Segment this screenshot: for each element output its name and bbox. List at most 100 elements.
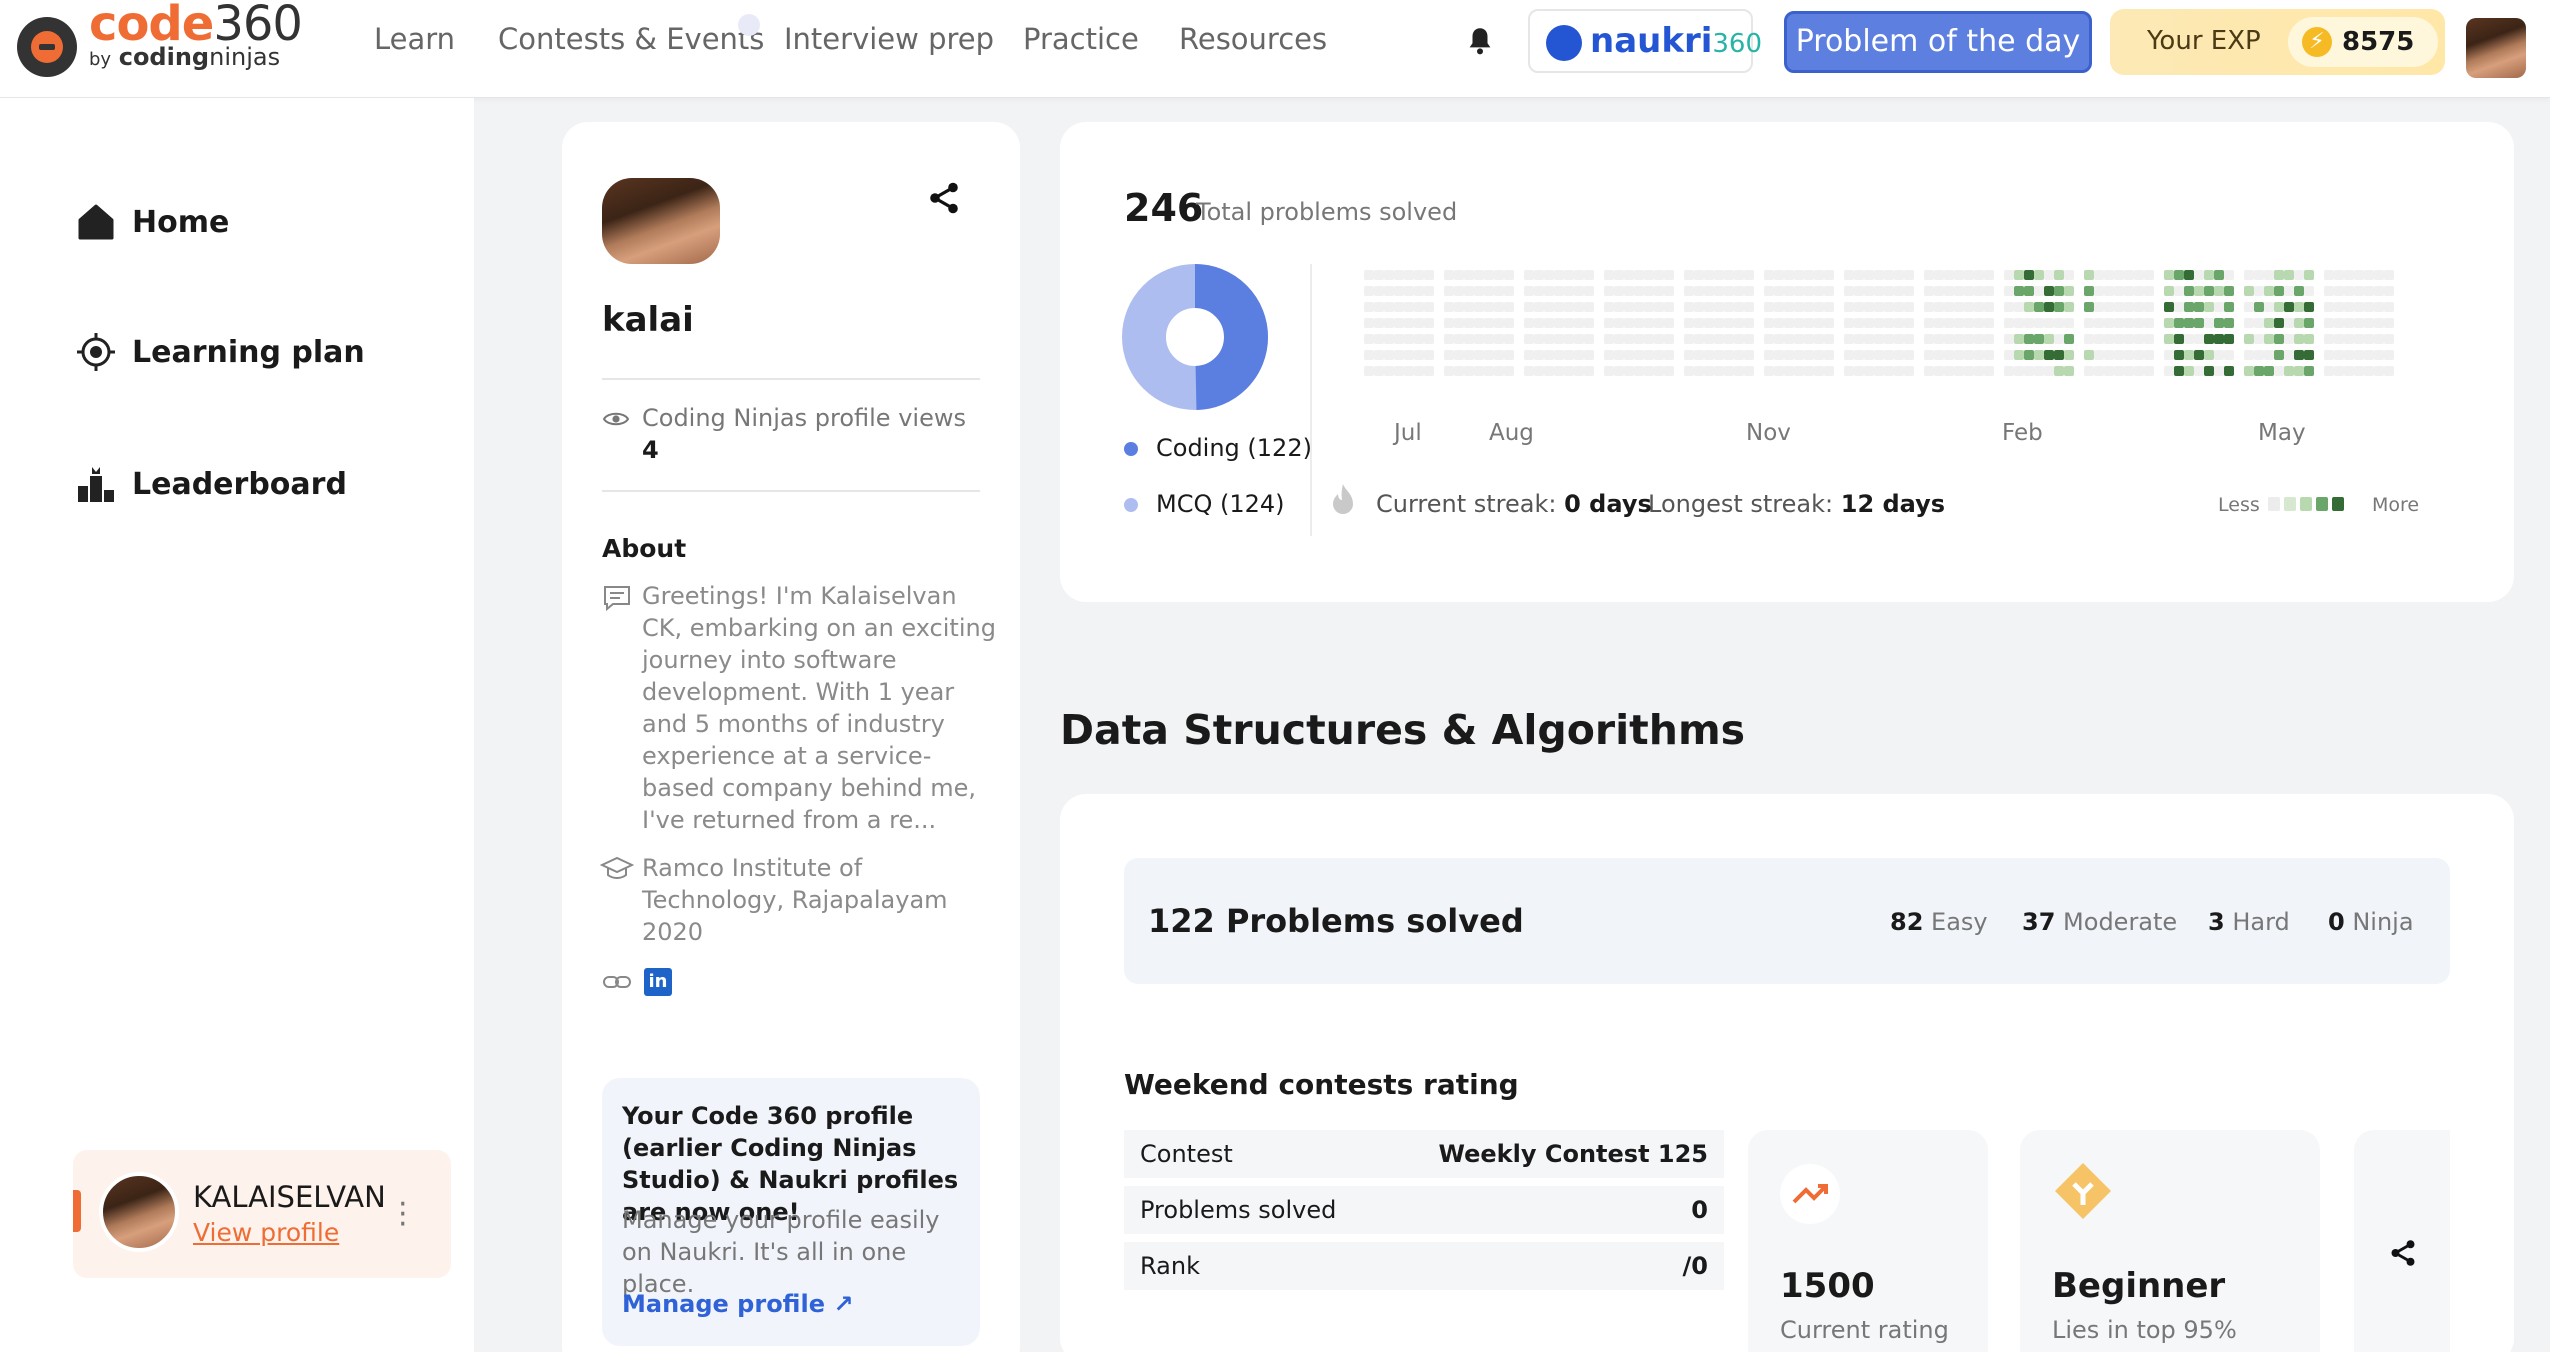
heatmap-cell <box>1534 366 1544 376</box>
heatmap-cell <box>2374 334 2384 344</box>
heatmap-cell <box>1574 334 1584 344</box>
heatmap-cell <box>1384 334 1394 344</box>
code360-logo-icon[interactable] <box>17 17 77 77</box>
heatmap-cell <box>1794 350 1804 360</box>
heatmap-cell <box>1454 350 1464 360</box>
legend-swatch <box>2268 497 2280 511</box>
heatmap-cell <box>2194 334 2204 344</box>
heatmap-cell <box>1764 270 1774 280</box>
heatmap-cell <box>1404 334 1414 344</box>
heatmap-cell <box>1734 286 1744 296</box>
heatmap-cell <box>2344 318 2354 328</box>
heatmap-cell <box>1524 302 1534 312</box>
share-icon[interactable] <box>2388 1238 2418 1268</box>
heatmap-cell <box>1704 302 1714 312</box>
heatmap-cell <box>1764 334 1774 344</box>
level-percentile: Lies in top 95% <box>2052 1316 2237 1344</box>
heatmap-cell <box>1424 366 1434 376</box>
heatmap-cell <box>1364 334 1374 344</box>
heatmap-cell <box>1984 334 1994 344</box>
heatmap-cell <box>1664 302 1674 312</box>
heatmap-cell <box>1414 334 1424 344</box>
heatmap-cell <box>1804 366 1814 376</box>
heatmap-cell <box>2174 270 2184 280</box>
problem-of-the-day-button[interactable]: Problem of the day <box>1784 11 2092 73</box>
heatmap-cell <box>1554 334 1564 344</box>
heatmap-cell <box>1464 318 1474 328</box>
link-icon[interactable] <box>602 970 632 994</box>
heatmap-cell <box>2024 334 2034 344</box>
heatmap-cell <box>1484 286 1494 296</box>
heatmap-cell <box>1984 350 1994 360</box>
exp-badge[interactable]: Your EXP ⚡ 8575 <box>2110 9 2445 75</box>
heatmap-cell <box>2194 270 2204 280</box>
user-avatar[interactable] <box>2466 18 2526 78</box>
heatmap-cell <box>1384 286 1394 296</box>
nav-learn[interactable]: Learn <box>374 22 455 56</box>
heatmap-cell <box>1464 366 1474 376</box>
sidebar-user-card[interactable]: KALAISELVAN View profile · · · <box>73 1150 451 1278</box>
heatmap-cell <box>2234 286 2244 296</box>
heatmap-cell <box>2364 350 2374 360</box>
nav-contests-events[interactable]: Contests & Events <box>498 22 764 56</box>
kebab-menu-icon[interactable]: · · · <box>398 1190 408 1240</box>
heatmap-cell <box>1364 302 1374 312</box>
nav-resources[interactable]: Resources <box>1179 22 1327 56</box>
heatmap-cell <box>2194 350 2204 360</box>
heatmap-cell <box>2124 334 2134 344</box>
heatmap-cell <box>1774 334 1784 344</box>
heatmap-cell <box>1674 286 1684 296</box>
heatmap-cell <box>1374 334 1384 344</box>
heatmap-cell <box>2254 302 2264 312</box>
heatmap-cell <box>1784 286 1794 296</box>
heatmap-cell <box>1804 270 1814 280</box>
heatmap-cell <box>1544 270 1554 280</box>
heatmap-cell <box>1704 366 1714 376</box>
heatmap-cell <box>1804 350 1814 360</box>
sidebar-item-learning-plan[interactable]: Learning plan <box>76 332 365 372</box>
heatmap-cell <box>1694 270 1704 280</box>
heatmap-cell <box>1744 286 1754 296</box>
heatmap-cell <box>1494 286 1504 296</box>
month-label: Nov <box>1746 420 1791 446</box>
heatmap-cell <box>1774 366 1784 376</box>
heatmap-cell <box>1714 366 1724 376</box>
heatmap-cell <box>1584 318 1594 328</box>
bell-icon[interactable] <box>1466 26 1494 56</box>
heatmap-cell <box>1724 286 1734 296</box>
heatmap-cell <box>2164 270 2174 280</box>
heatmap-cell <box>1904 350 1914 360</box>
heatmap-cell <box>1424 318 1434 328</box>
nav-practice[interactable]: Practice <box>1023 22 1139 56</box>
heatmap-cell <box>2274 350 2284 360</box>
heatmap-cell <box>1884 286 1894 296</box>
heatmap-cell <box>1434 302 1444 312</box>
linkedin-icon[interactable]: in <box>644 968 672 996</box>
heatmap-cell <box>1964 334 1974 344</box>
heatmap-cell <box>1434 286 1444 296</box>
heatmap-cell <box>1464 270 1474 280</box>
heatmap-cell <box>1434 350 1444 360</box>
heatmap-cell <box>1824 302 1834 312</box>
heatmap-cell <box>2104 334 2114 344</box>
share-icon[interactable] <box>926 180 962 216</box>
nav-interview-prep[interactable]: Interview prep <box>784 22 994 56</box>
month-label: Feb <box>2002 420 2043 446</box>
sidebar-item-home[interactable]: Home <box>76 202 229 242</box>
heatmap-cell <box>2194 302 2204 312</box>
heatmap-cell <box>1974 318 1984 328</box>
heatmap-cell <box>2054 286 2064 296</box>
heatmap-cell <box>2374 270 2384 280</box>
heatmap-cell <box>2394 318 2404 328</box>
naukri360-button[interactable]: naukri360 <box>1528 9 1762 73</box>
heatmap-cell <box>1444 366 1454 376</box>
heatmap-cell <box>1574 350 1584 360</box>
sidebar-item-leaderboard[interactable]: Leaderboard <box>76 464 347 504</box>
heatmap-cell <box>1724 334 1734 344</box>
manage-profile-link[interactable]: Manage profile ↗ <box>622 1290 853 1318</box>
heatmap-cell <box>1884 334 1894 344</box>
activity-heatmap <box>1364 270 2404 382</box>
heatmap-cell <box>1724 366 1734 376</box>
heatmap-cell <box>1994 366 2004 376</box>
view-profile-link[interactable]: View profile <box>193 1218 339 1247</box>
